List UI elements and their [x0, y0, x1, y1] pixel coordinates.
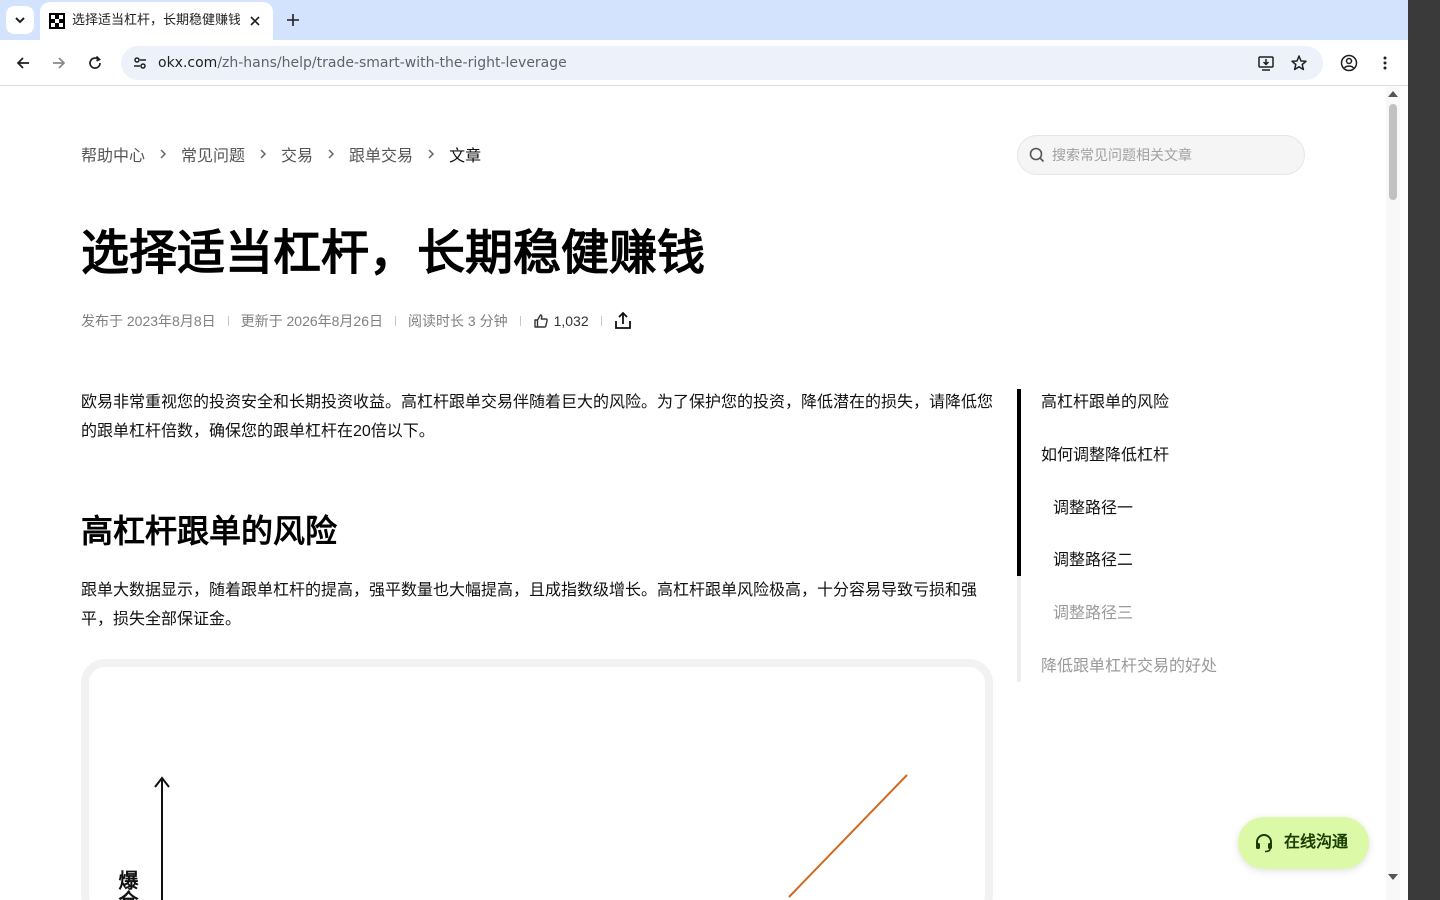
tab-active[interactable]: 选择适当杠杆，长期稳健赚钱	[40, 2, 273, 40]
thumbs-up-icon[interactable]	[533, 313, 549, 329]
plus-icon	[287, 14, 299, 26]
breadcrumb-faq[interactable]: 常见问题	[181, 142, 245, 166]
headset-icon	[1256, 834, 1272, 853]
account-circle-icon	[1340, 54, 1358, 72]
like-count: 1,032	[553, 313, 589, 329]
read-time: 阅读时长 3 分钟	[408, 313, 508, 329]
chevron-down-icon	[15, 17, 25, 24]
install-app-button[interactable]	[1254, 51, 1278, 75]
chevron-right-icon	[313, 143, 349, 165]
trend-line	[788, 774, 908, 898]
liquidation-chart: 爆仓	[115, 774, 908, 900]
search-icon	[1029, 147, 1045, 163]
arrow-right-icon	[53, 57, 66, 69]
tab-title: 选择适当杠杆，长期稳健赚钱	[72, 13, 240, 28]
reload-icon	[89, 55, 101, 69]
browser-menu-button[interactable]	[1371, 49, 1399, 77]
scrollbar-thumb[interactable]	[1389, 104, 1397, 200]
online-chat-button[interactable]: 在线沟通	[1238, 817, 1369, 869]
forward-button[interactable]	[45, 49, 73, 77]
profile-button[interactable]	[1335, 49, 1363, 77]
scroll-up-arrow-icon[interactable]	[1388, 91, 1398, 97]
article-meta: 发布于 2023年8月8日 更新于 2026年8月26日 阅读时长 3 分钟 1…	[81, 309, 632, 333]
breadcrumb: 帮助中心 常见问题 交易 跟单交易 文章	[81, 143, 481, 165]
reload-button[interactable]	[81, 49, 109, 77]
toc-item-path-1[interactable]: 调整路径一	[1053, 498, 1133, 520]
tab-strip: 选择适当杠杆，长期稳健赚钱	[0, 0, 1408, 40]
back-button[interactable]	[9, 49, 37, 77]
intro-paragraph: 欧易非常重视您的投资安全和长期投资收益。高杠杆跟单交易伴随着巨大的风险。为了保护…	[81, 394, 994, 440]
breadcrumb-copy-trading[interactable]: 跟单交易	[349, 142, 413, 166]
page-content: 帮助中心 常见问题 交易 跟单交易 文章 选择适当杠杆，长期稳健赚钱 发布于 2…	[0, 87, 1386, 900]
meta-divider	[395, 316, 397, 326]
breadcrumb-help-center[interactable]: 帮助中心	[81, 142, 145, 166]
tab-close-button[interactable]	[245, 11, 265, 31]
search-box[interactable]	[1017, 135, 1305, 175]
updated-date: 更新于 2026年8月26日	[240, 313, 384, 329]
y-axis-label: 爆仓	[115, 870, 139, 900]
meta-divider	[227, 316, 229, 326]
meta-divider	[519, 316, 521, 326]
search-input[interactable]	[1052, 144, 1292, 166]
section-paragraph: 跟单大数据显示，随着跟单杠杆的提高，强平数量也大幅提高，且成指数级增长。高杠杆跟…	[81, 582, 978, 628]
published-date: 发布于 2023年8月8日	[81, 313, 216, 329]
meta-divider	[600, 316, 602, 326]
toc-item-risk[interactable]: 高杠杆跟单的风险	[1041, 392, 1169, 414]
page-scrollbar[interactable]	[1386, 87, 1400, 900]
browser-toolbar: okx.com/zh-hans/help/trade-smart-with-th…	[0, 40, 1408, 86]
page-title: 选择适当杠杆，长期稳健赚钱	[81, 225, 706, 281]
toc-progress-bar	[1017, 389, 1021, 576]
chevron-right-icon	[245, 143, 281, 165]
browser-window: 选择适当杠杆，长期稳健赚钱 okx.com/zh-hans/help/trade…	[0, 0, 1408, 900]
table-of-contents: 高杠杆跟单的风险 如何调整降低杠杆 调整路径一 调整路径二 调整路径三 降低跟单…	[1017, 389, 1257, 682]
install-icon	[1258, 56, 1274, 71]
section-heading: 高杠杆跟单的风险	[81, 512, 338, 550]
more-vert-icon	[1383, 56, 1387, 70]
tab-search-button[interactable]	[6, 6, 34, 34]
share-icon[interactable]	[614, 311, 632, 331]
toc-item-path-2[interactable]: 调整路径二	[1053, 550, 1133, 572]
toc-item-benefits[interactable]: 降低跟单杠杆交易的好处	[1041, 656, 1217, 678]
chevron-right-icon	[413, 143, 449, 165]
desktop-background	[1408, 0, 1440, 900]
toc-item-path-3[interactable]: 调整路径三	[1053, 603, 1133, 625]
tune-icon	[134, 57, 146, 69]
chart-image-card: 爆仓	[81, 659, 993, 900]
url-host: okx.com	[158, 55, 218, 71]
new-tab-button[interactable]	[281, 8, 305, 32]
close-icon	[250, 16, 260, 26]
arrow-left-icon	[16, 57, 29, 69]
bookmark-button[interactable]	[1287, 51, 1311, 75]
url-path: /zh-hans/help/trade-smart-with-the-right…	[217, 55, 567, 71]
star-icon	[1291, 55, 1307, 71]
breadcrumb-article: 文章	[449, 148, 482, 165]
breadcrumb-trading[interactable]: 交易	[281, 142, 313, 166]
okx-logo-icon	[49, 13, 65, 29]
site-info-button[interactable]	[127, 50, 153, 76]
online-chat-label: 在线沟通	[1284, 834, 1349, 851]
chevron-right-icon	[145, 143, 181, 165]
toc-item-how-to-lower[interactable]: 如何调整降低杠杆	[1041, 445, 1169, 467]
scroll-down-arrow-icon[interactable]	[1388, 874, 1398, 880]
url-text[interactable]: okx.com/zh-hans/help/trade-smart-with-th…	[158, 54, 567, 72]
address-bar[interactable]: okx.com/zh-hans/help/trade-smart-with-th…	[121, 46, 1323, 80]
